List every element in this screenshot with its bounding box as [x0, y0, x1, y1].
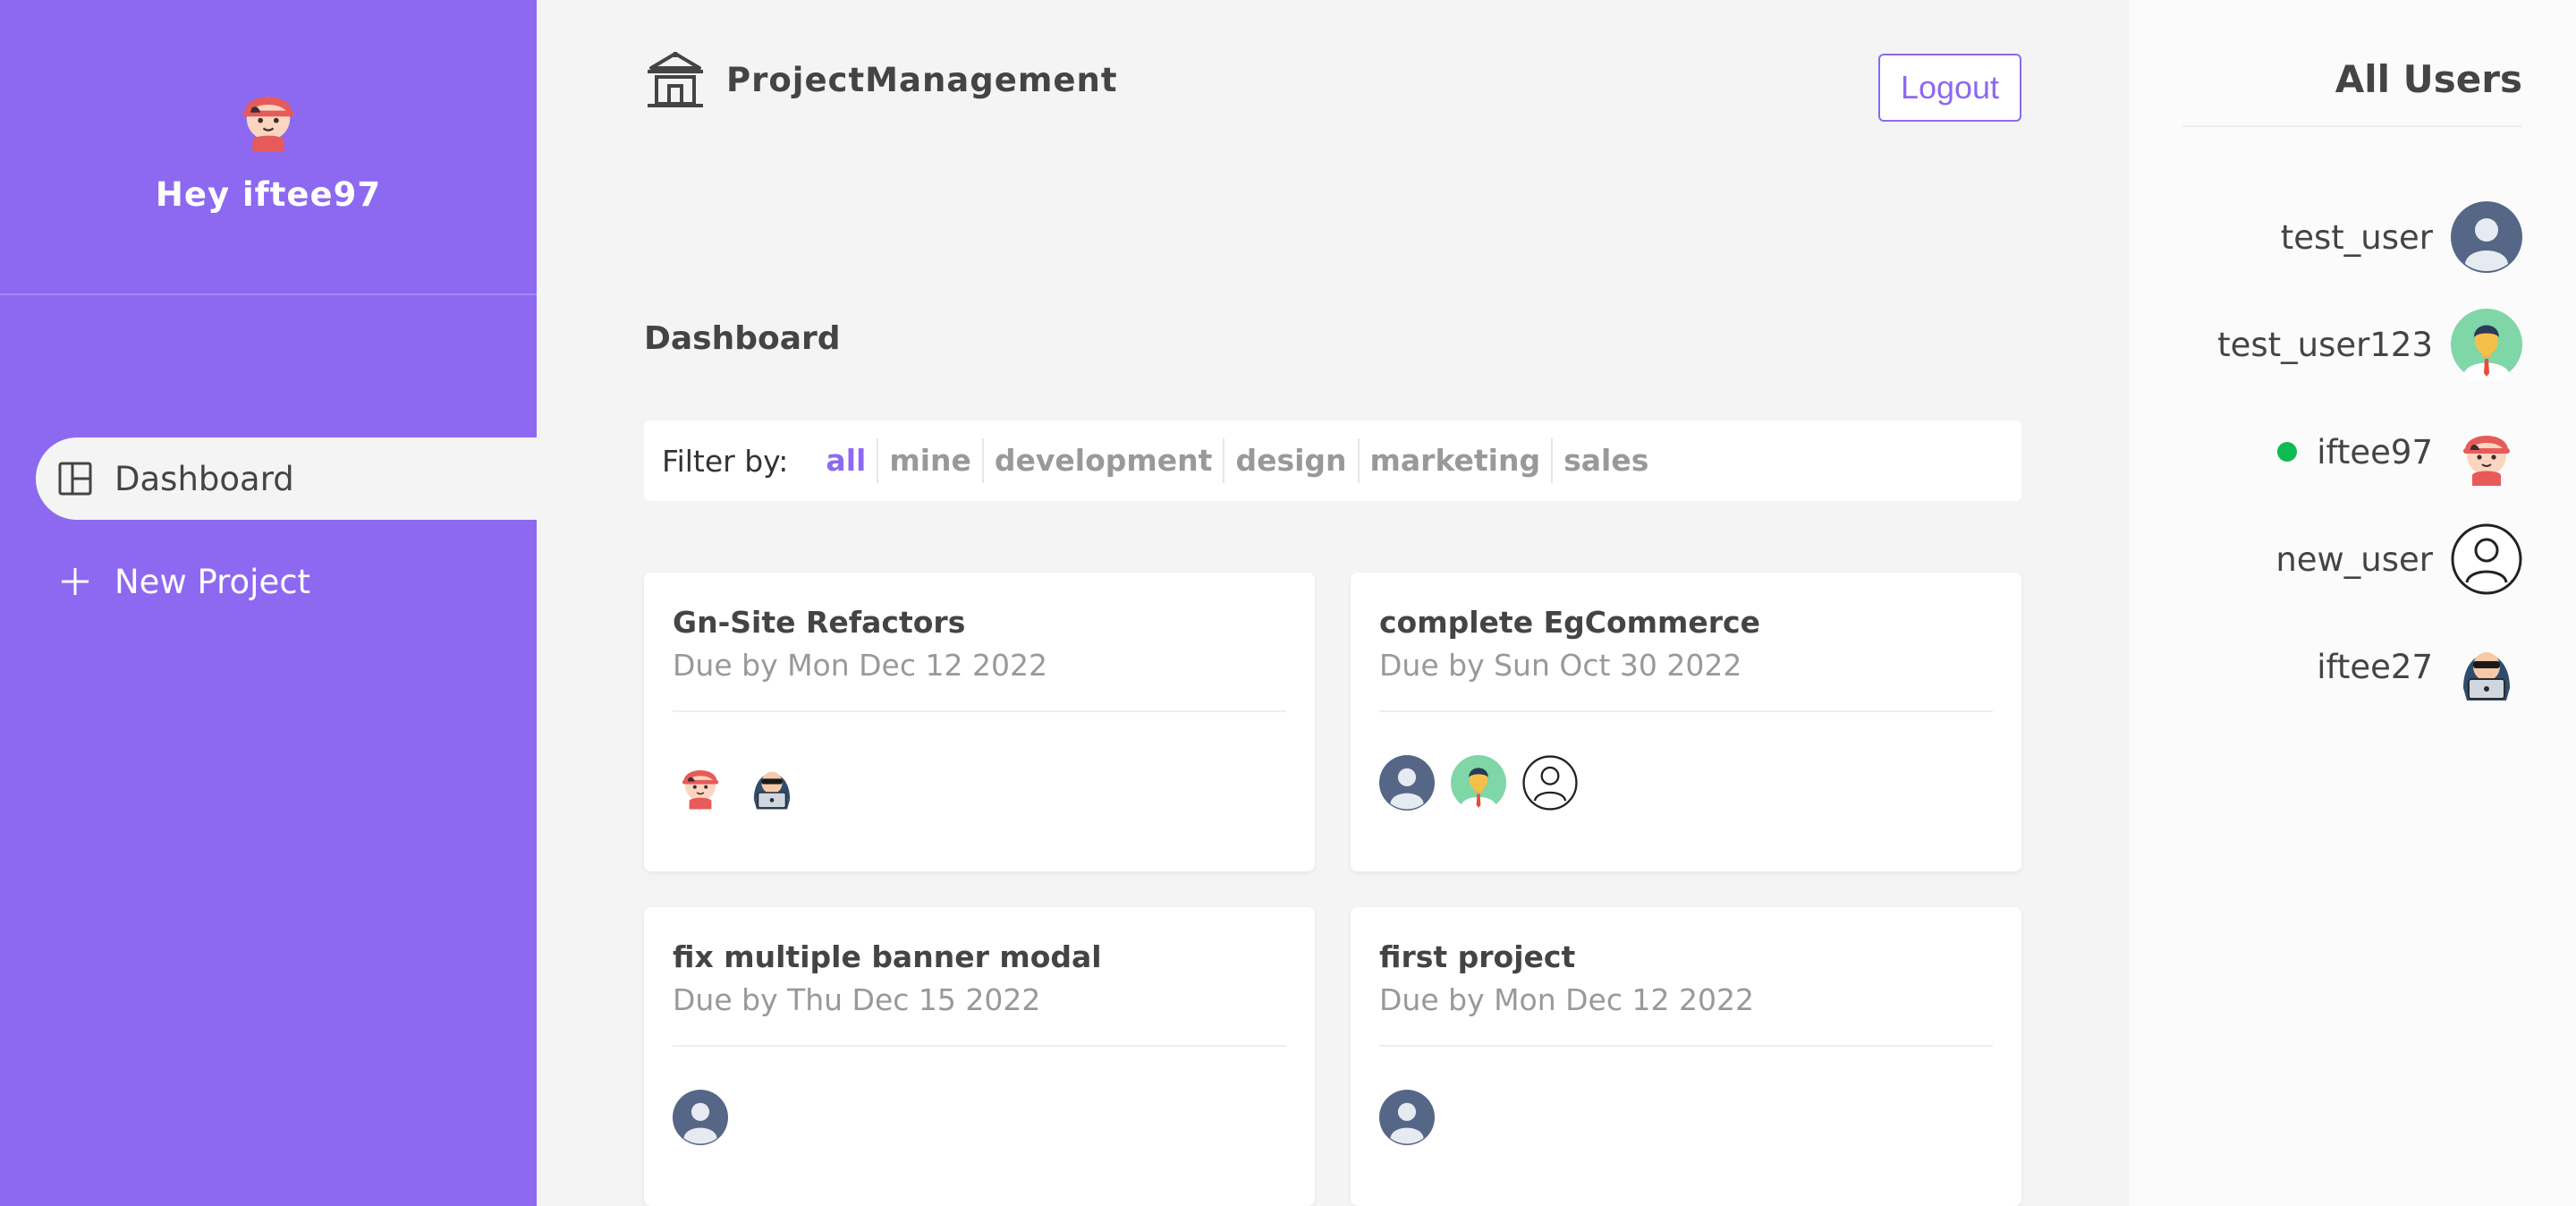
user-list-item: new_user	[2275, 523, 2522, 595]
project-card[interactable]: first project Due by Mon Dec 12 2022	[1351, 907, 2021, 1206]
avatar	[229, 70, 308, 159]
page-title: Dashboard	[644, 320, 841, 357]
user-list-item: test_user	[2281, 201, 2522, 273]
avatar	[2451, 201, 2522, 273]
avatar	[2451, 416, 2522, 488]
filter-option-all[interactable]: all	[815, 438, 879, 483]
filter-option-design[interactable]: design	[1224, 438, 1360, 483]
card-divider	[673, 710, 1286, 712]
project-due-date: Due by Thu Dec 15 2022	[673, 982, 1041, 1017]
project-card[interactable]: fix multiple banner modal Due by Thu Dec…	[644, 907, 1315, 1206]
assigned-users	[1379, 1090, 1451, 1145]
project-due-date: Due by Mon Dec 12 2022	[673, 648, 1047, 683]
avatar	[2451, 523, 2522, 595]
user-list-item: test_user123	[2217, 309, 2522, 380]
project-title: complete EgCommerce	[1379, 605, 1761, 640]
sidebar-item-dashboard[interactable]: Dashboard	[36, 437, 537, 520]
user-block: Hey iftee97	[0, 0, 537, 295]
avatar	[744, 755, 800, 811]
assigned-users	[673, 1090, 744, 1145]
user-name: iftee97	[2317, 432, 2433, 471]
sidebar-item-new-project[interactable]: New Project	[36, 540, 537, 623]
assigned-users	[1379, 755, 1594, 811]
user-name: test_user123	[2217, 325, 2433, 364]
plus-icon	[62, 568, 89, 595]
sidebar: Hey iftee97 Dashboard New Project	[0, 0, 537, 1206]
filter-option-marketing[interactable]: marketing	[1360, 438, 1554, 483]
user-greeting: Hey iftee97	[155, 175, 382, 214]
layout-icon	[58, 462, 92, 496]
filter-label: Filter by:	[662, 443, 789, 479]
avatar	[673, 755, 728, 811]
brand: ProjectManagement	[644, 50, 1118, 109]
avatar	[1522, 755, 1578, 811]
users-panel-title: All Users	[2334, 57, 2522, 101]
card-divider	[1379, 710, 1993, 712]
card-divider	[1379, 1045, 1993, 1047]
user-list-item: iftee97	[2277, 416, 2522, 488]
filter-bar: Filter by: all mine development design m…	[644, 420, 2021, 501]
logout-button[interactable]: Logout	[1878, 54, 2021, 122]
brand-name: ProjectManagement	[726, 60, 1118, 99]
avatar	[1451, 755, 1506, 811]
user-name: iftee27	[2317, 647, 2433, 686]
project-title: Gn-Site Refactors	[673, 605, 966, 640]
filter-option-development[interactable]: development	[984, 438, 1225, 483]
avatar	[1379, 1090, 1435, 1145]
temple-logo-icon	[648, 52, 703, 107]
user-list-item: iftee27	[2317, 631, 2522, 702]
project-due-date: Due by Mon Dec 12 2022	[1379, 982, 1754, 1017]
users-panel: All Users test_user test_user123 iftee97…	[2129, 0, 2576, 1206]
avatar	[2451, 309, 2522, 380]
project-card[interactable]: Gn-Site Refactors Due by Mon Dec 12 2022	[644, 573, 1315, 871]
card-divider	[673, 1045, 1286, 1047]
project-card[interactable]: complete EgCommerce Due by Sun Oct 30 20…	[1351, 573, 2021, 871]
assigned-users	[673, 755, 816, 811]
divider	[2182, 125, 2522, 127]
project-title: fix multiple banner modal	[673, 939, 1102, 974]
filter-option-mine[interactable]: mine	[878, 438, 984, 483]
project-due-date: Due by Sun Oct 30 2022	[1379, 648, 1742, 683]
avatar	[673, 1090, 728, 1145]
user-name: test_user	[2280, 217, 2433, 257]
filter-option-sales[interactable]: sales	[1553, 438, 1659, 483]
sidebar-item-label: Dashboard	[114, 459, 294, 498]
sidebar-item-label: New Project	[114, 562, 311, 601]
avatar	[1379, 755, 1435, 811]
avatar	[2451, 631, 2522, 702]
project-title: first project	[1379, 939, 1576, 974]
user-name: new_user	[2275, 539, 2433, 579]
online-status-dot	[2277, 442, 2298, 462]
